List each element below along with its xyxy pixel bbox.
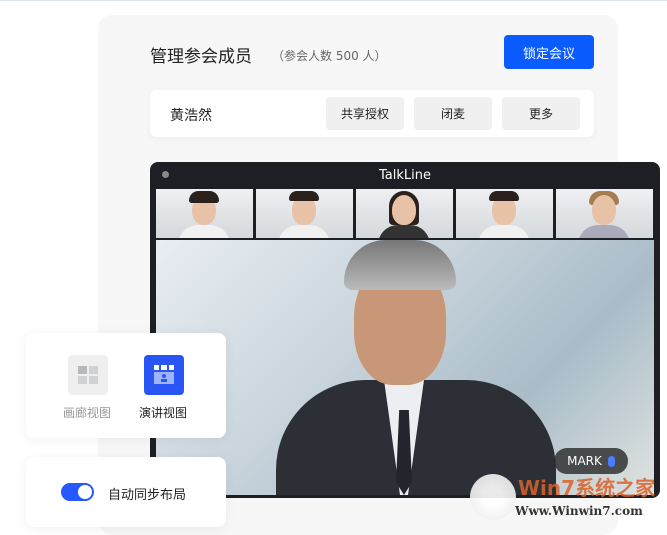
speaker-view-label: 演讲视图 [139, 406, 188, 420]
speaker-video: MARK [156, 240, 654, 495]
speaker-tag: MARK [554, 448, 628, 474]
top-divider [0, 0, 667, 1]
gallery-view-button[interactable] [68, 355, 108, 395]
page-title: 管理参会成员 [150, 47, 252, 67]
participant-thumbnail[interactable] [456, 189, 553, 238]
participant-thumbnail[interactable] [156, 189, 253, 238]
gallery-view-label: 画廊视图 [63, 406, 112, 420]
participant-thumbnail[interactable] [556, 189, 653, 238]
speaker-name: MARK [567, 454, 602, 468]
grid-icon [78, 366, 98, 384]
window-title: TalkLine [379, 168, 431, 183]
participant-thumbnail[interactable] [356, 189, 453, 238]
sync-toggle[interactable] [61, 483, 94, 501]
view-mode-card: 画廊视图 演讲视图 [26, 333, 226, 438]
speaker-view-button[interactable] [144, 355, 184, 395]
lock-meeting-button[interactable]: 锁定会议 [504, 35, 594, 69]
mute-button[interactable]: 闭麦 [414, 97, 492, 130]
sync-card: 自动同步布局 [26, 457, 226, 527]
member-row: 黄浩然 共享授权 闭麦 更多 [150, 90, 594, 137]
participant-thumbnail[interactable] [256, 189, 353, 238]
share-permission-button[interactable]: 共享授权 [326, 97, 404, 130]
participant-count: （参会人数 500 人） [272, 49, 387, 63]
member-name: 黄浩然 [170, 108, 212, 124]
more-button[interactable]: 更多 [502, 97, 580, 130]
speaker-layout-icon [154, 365, 174, 384]
meeting-window: TalkLine MARK [150, 162, 660, 498]
sync-label: 自动同步布局 [108, 488, 187, 503]
microphone-icon [607, 455, 615, 467]
